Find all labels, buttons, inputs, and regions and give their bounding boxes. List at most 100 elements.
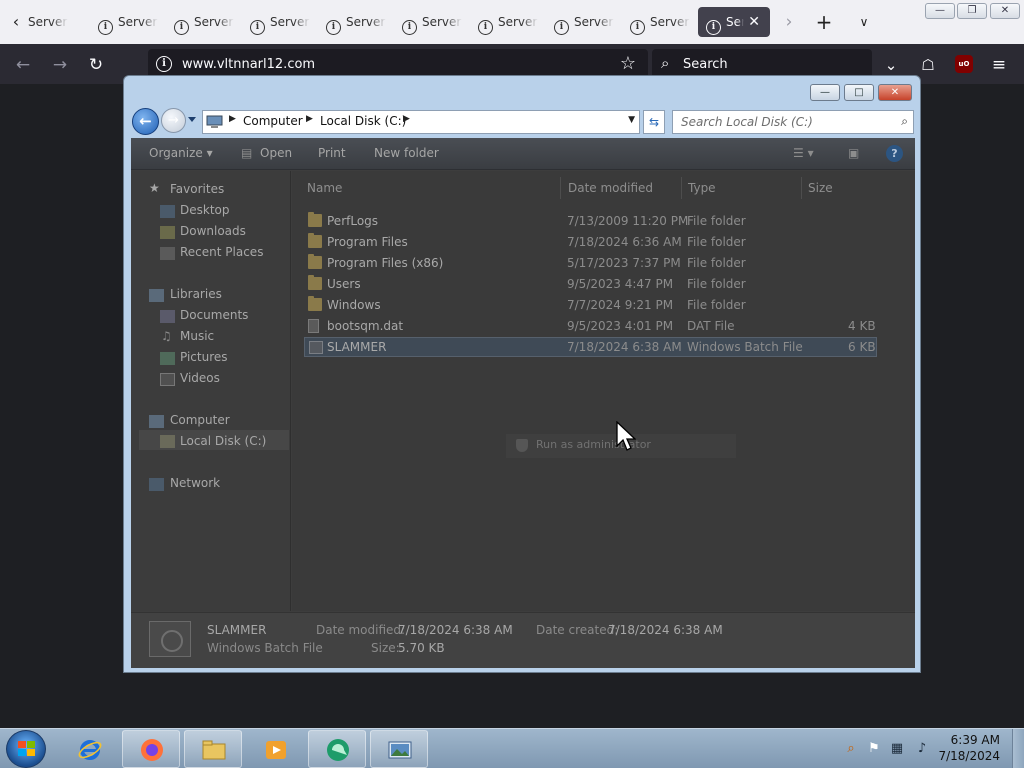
tab-scroll-right-icon[interactable]: › [777, 10, 801, 34]
nav-documents[interactable]: Documents [180, 308, 248, 322]
info-icon: i [98, 20, 113, 35]
breadcrumb-local-disk[interactable]: Local Disk (C:) [320, 114, 406, 128]
image-viewer-taskbar-button[interactable] [370, 730, 428, 768]
minimize-icon[interactable]: — [925, 3, 955, 19]
nav-desktop[interactable]: Desktop [180, 203, 230, 217]
address-bar[interactable]: ▶ Computer ▶ Local Disk (C:) ▶ ▼ [202, 110, 640, 134]
view-options-icon[interactable]: ☰ ▾ [793, 146, 814, 160]
nav-favorites[interactable]: Favorites [170, 182, 224, 196]
tab[interactable]: i Server [554, 7, 626, 37]
ublock-extension-icon[interactable]: uO [955, 55, 973, 73]
taskbar-clock[interactable]: 6:39 AM 7/18/2024 [938, 732, 1000, 764]
file-row[interactable]: Program Files (x86) 5/17/2023 7:37 PM Fi… [304, 253, 877, 273]
tab[interactable]: i Server [478, 7, 550, 37]
breadcrumb-separator-icon[interactable]: ▶ [306, 114, 313, 124]
nav-libraries[interactable]: Libraries [170, 287, 222, 301]
breadcrumb-separator-icon[interactable]: ▶ [229, 114, 236, 124]
forward-button[interactable]: → [161, 108, 186, 133]
breadcrumb-computer[interactable]: Computer [243, 114, 303, 128]
list-tabs-icon[interactable]: ∨ [852, 10, 876, 34]
nav-videos[interactable]: Videos [180, 371, 220, 385]
explorer-maximize-icon[interactable]: □ [844, 84, 874, 101]
nav-network[interactable]: Network [170, 476, 220, 490]
action-center-flag-icon[interactable]: ⚑ [866, 741, 882, 757]
file-date: 7/13/2009 11:20 PM [567, 214, 689, 228]
file-row-selected[interactable]: SLAMMER 7/18/2024 6:38 AM Windows Batch … [304, 337, 877, 357]
extensions-icon[interactable]: ☖ [917, 54, 939, 76]
print-button[interactable]: Print [318, 146, 346, 160]
history-dropdown-icon[interactable] [188, 117, 196, 122]
details-pane: SLAMMER Windows Batch File Date modified… [131, 612, 915, 668]
nav-computer[interactable]: Computer [170, 413, 230, 427]
refresh-icon[interactable]: ⇆ [643, 110, 665, 134]
file-thumbnail-icon [149, 621, 191, 657]
tab[interactable]: i Server [630, 7, 702, 37]
tray-search-icon[interactable]: ⌕ [843, 741, 859, 757]
new-folder-button[interactable]: New folder [374, 146, 439, 160]
column-header-name[interactable]: Name [307, 181, 342, 195]
file-date: 7/18/2024 6:36 AM [567, 235, 682, 249]
network-tray-icon[interactable]: ▦ [889, 741, 905, 757]
reload-icon[interactable]: ↻ [85, 54, 107, 76]
nav-downloads[interactable]: Downloads [180, 224, 246, 238]
drive-icon [160, 435, 175, 448]
tab[interactable]: Server [28, 7, 100, 37]
pocket-icon[interactable]: ⌄ [880, 54, 902, 76]
file-explorer-taskbar-button[interactable] [184, 730, 242, 768]
column-header-size[interactable]: Size [808, 181, 833, 195]
file-row[interactable]: Users 9/5/2023 4:47 PM File folder [304, 274, 877, 294]
nav-recent-places[interactable]: Recent Places [180, 245, 263, 259]
file-row[interactable]: bootsqm.dat 9/5/2023 4:01 PM DAT File 4 … [304, 316, 877, 336]
internet-explorer-taskbar-button[interactable] [60, 730, 118, 768]
tab[interactable]: i Server [326, 7, 398, 37]
breadcrumb-separator-icon[interactable]: ▶ [403, 114, 410, 124]
explorer-search-input[interactable]: Search Local Disk (C:) ⌕ [672, 110, 914, 134]
tab[interactable]: i Server [402, 7, 474, 37]
back-button[interactable]: ← [132, 108, 159, 135]
column-divider[interactable] [681, 177, 682, 199]
computer-icon [206, 115, 223, 128]
tab[interactable]: i Server [98, 7, 170, 37]
column-header-type[interactable]: Type [688, 181, 716, 195]
nav-local-disk[interactable]: Local Disk (C:) [180, 434, 266, 448]
firefox-taskbar-button[interactable] [122, 730, 180, 768]
volume-muted-icon[interactable]: ♪ [914, 741, 930, 757]
column-header-date-modified[interactable]: Date modified [568, 181, 653, 195]
preview-pane-icon[interactable]: ▣ [848, 146, 859, 160]
forward-arrow-icon[interactable]: → [49, 54, 71, 76]
explorer-close-icon[interactable]: ✕ [878, 84, 912, 101]
close-tab-icon[interactable]: ✕ [748, 7, 760, 37]
show-desktop-button[interactable] [1012, 729, 1024, 768]
open-button[interactable]: Open [260, 146, 292, 160]
info-icon: i [174, 20, 189, 35]
organize-button[interactable]: Organize ▾ [149, 146, 213, 160]
bookmark-star-icon[interactable]: ☆ [620, 53, 636, 74]
file-row[interactable]: Program Files 7/18/2024 6:36 AM File fol… [304, 232, 877, 252]
address-dropdown-icon[interactable]: ▼ [628, 115, 635, 125]
tab[interactable]: i Server [174, 7, 246, 37]
nav-pictures[interactable]: Pictures [180, 350, 228, 364]
new-tab-icon[interactable]: + [812, 10, 836, 34]
column-divider[interactable] [560, 177, 561, 199]
explorer-minimize-icon[interactable]: — [810, 84, 840, 101]
tab-scroll-left-icon[interactable]: ‹ [6, 12, 26, 32]
tab[interactable]: i Server [250, 7, 322, 37]
back-arrow-icon[interactable]: ← [12, 54, 34, 76]
documents-icon [160, 310, 175, 323]
column-divider[interactable] [801, 177, 802, 199]
media-player-taskbar-button[interactable] [246, 730, 304, 768]
site-info-icon[interactable]: i [156, 56, 172, 72]
file-row[interactable]: PerfLogs 7/13/2009 11:20 PM File folder [304, 211, 877, 231]
help-icon[interactable]: ? [886, 145, 903, 162]
restore-icon[interactable]: ❐ [957, 3, 987, 19]
file-row[interactable]: Windows 7/7/2024 9:21 PM File folder [304, 295, 877, 315]
nav-music[interactable]: Music [180, 329, 214, 343]
close-icon[interactable]: ✕ [990, 3, 1020, 19]
app-taskbar-button[interactable] [308, 730, 366, 768]
file-type: File folder [687, 256, 746, 270]
start-button[interactable] [6, 730, 46, 768]
computer-icon [149, 415, 164, 428]
menu-icon[interactable]: ≡ [988, 54, 1010, 76]
tab-active[interactable]: i Ser ✕ [698, 7, 770, 37]
clock-date: 7/18/2024 [938, 749, 1000, 763]
